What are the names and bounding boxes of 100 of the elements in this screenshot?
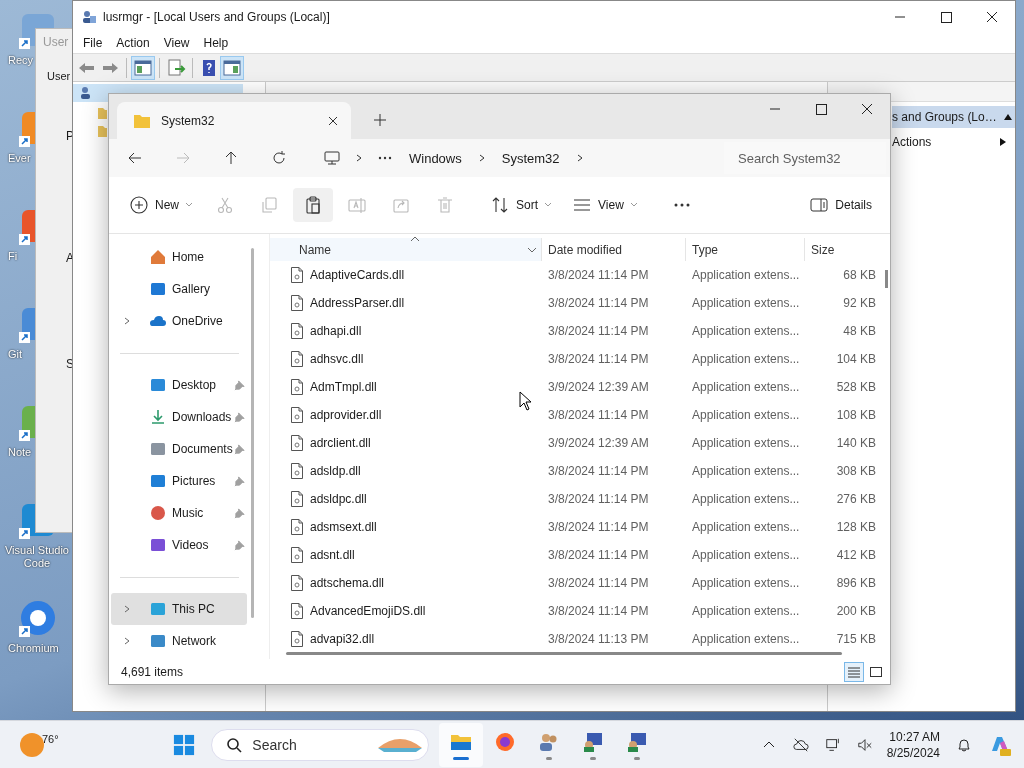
file-name[interactable]: adsldp.dll — [310, 464, 361, 478]
size-cell-text: 896 KB — [835, 576, 877, 590]
file-name[interactable]: adsnt.dll — [310, 548, 355, 562]
pin-icon[interactable] — [234, 475, 245, 487]
date-cell-text: 3/9/2024 12:39 AM — [547, 380, 650, 394]
sidebar-item[interactable]: Network — [111, 625, 247, 657]
file-name[interactable]: adprovider.dll — [310, 408, 382, 422]
folder-tab[interactable]: System32 — [117, 102, 351, 139]
type-cell-text: Application extens... — [691, 604, 801, 618]
file-icon — [290, 295, 304, 311]
column-header[interactable]: Name — [270, 238, 542, 261]
file-name[interactable]: advapi32.dll — [310, 632, 375, 646]
pin-icon[interactable] — [234, 411, 245, 423]
users-icon — [81, 8, 97, 25]
speaker-muted-icon[interactable] — [856, 736, 873, 753]
start-button[interactable] — [173, 733, 196, 756]
sort-button[interactable]: Sort — [482, 188, 561, 222]
shortcut-label: Visual Studio Code — [4, 544, 70, 570]
column-header[interactable]: Type — [686, 238, 805, 261]
pin-icon[interactable] — [234, 443, 245, 455]
type-cell-text: Application extens... — [691, 408, 801, 422]
sidebar-item[interactable]: Gallery — [111, 273, 247, 305]
column-header[interactable]: Size — [805, 238, 878, 261]
file-name[interactable]: adtschema.dll — [310, 576, 385, 590]
taskbar-search-box[interactable]: Search — [211, 728, 430, 761]
file-name[interactable]: adrclient.dll — [310, 436, 371, 450]
scrollbar[interactable] — [885, 270, 888, 288]
pin-icon[interactable] — [234, 379, 245, 391]
file-icon — [290, 435, 304, 451]
scrollbar[interactable] — [286, 652, 842, 655]
column-header[interactable]: Date modified — [542, 238, 686, 261]
island-drawing — [378, 737, 423, 752]
file-icon — [290, 379, 304, 395]
app-shortcut-icon[interactable] — [18, 598, 58, 638]
dialog-tab[interactable]: User — [47, 70, 71, 82]
house-icon — [149, 248, 167, 266]
file-name[interactable]: AdvancedEmojiDS.dll — [310, 604, 426, 618]
refresh-icon[interactable] — [271, 150, 287, 166]
type-cell-text: Application extens... — [691, 268, 801, 282]
up-arrow-icon[interactable] — [223, 150, 239, 166]
file-name[interactable]: adsmsext.dll — [310, 520, 377, 534]
sidebar-item[interactable]: Downloads — [111, 401, 247, 433]
notification-bell-icon[interactable] — [956, 736, 972, 753]
menu-item[interactable]: File — [76, 35, 110, 50]
date-cell-text: 3/8/2024 11:14 PM — [547, 548, 650, 562]
date-cell-text: 3/8/2024 11:14 PM — [547, 324, 650, 338]
file-name[interactable]: adhapi.dll — [310, 324, 362, 338]
search-icon — [226, 736, 243, 753]
console-tree-icon[interactable] — [132, 56, 154, 79]
sidebar-item[interactable]: OneDrive — [111, 305, 247, 337]
breadcrumb-item[interactable]: Windows — [409, 150, 462, 166]
file-explorer-taskbar-icon[interactable] — [439, 722, 484, 767]
file-name[interactable]: AdaptiveCards.dll — [310, 268, 405, 282]
download-arrow-icon — [149, 408, 167, 426]
action-pane-icon[interactable] — [221, 56, 243, 79]
file-icon — [290, 575, 304, 591]
actions-menu-item[interactable]: Actions — [892, 131, 1015, 153]
expand-chevron-icon[interactable] — [123, 316, 131, 326]
file-icon — [290, 603, 304, 619]
pin-icon[interactable] — [234, 539, 245, 551]
details-pane-button[interactable]: Details — [801, 188, 880, 222]
scrollbar[interactable] — [251, 248, 254, 618]
menu-item[interactable]: Action — [109, 35, 157, 50]
new-tab-icon[interactable] — [373, 113, 387, 127]
file-name[interactable]: adsldpc.dll — [310, 492, 367, 506]
view-button[interactable]: View — [564, 188, 646, 222]
dropdown-caret-icon[interactable] — [527, 246, 537, 253]
sidebar-item[interactable]: Pictures — [111, 465, 247, 497]
more-icon[interactable] — [377, 156, 393, 160]
pin-icon[interactable] — [234, 507, 245, 519]
paste-button[interactable] — [293, 188, 333, 222]
cloud-off-icon[interactable] — [792, 736, 809, 753]
menu-item[interactable]: Help — [196, 35, 236, 50]
new-button[interactable]: New — [121, 188, 201, 222]
expand-chevron-icon[interactable] — [123, 636, 131, 646]
breadcrumb-item[interactable]: System32 — [501, 150, 560, 166]
window-title: lusrmgr - [Local Users and Groups (Local)] — [103, 9, 330, 24]
type-cell-text: Application extens... — [691, 492, 801, 506]
expand-chevron-icon[interactable] — [123, 604, 131, 614]
back-arrow-icon[interactable] — [127, 150, 143, 166]
date-cell-text: 3/8/2024 11:14 PM — [547, 492, 650, 506]
date-cell-text: 3/8/2024 11:14 PM — [547, 296, 650, 310]
sidebar-item[interactable]: Desktop — [111, 369, 247, 401]
weather-widget[interactable]: 76° — [20, 732, 80, 757]
actions-group-header[interactable]: s and Groups (Lo… — [892, 106, 1015, 128]
sidebar-item[interactable]: Home — [111, 241, 247, 273]
close-icon[interactable] — [327, 114, 339, 127]
file-name[interactable]: adhsvc.dll — [310, 352, 364, 366]
sidebar-item[interactable]: Documents — [111, 433, 247, 465]
menu-item[interactable]: View — [156, 35, 197, 50]
sidebar-item[interactable]: Music — [111, 497, 247, 529]
export-list-icon[interactable] — [165, 56, 187, 79]
clock[interactable]: 10:27 AM 8/25/2024 — [886, 728, 940, 761]
sidebar-item[interactable]: This PC — [111, 593, 247, 625]
sidebar-item[interactable]: Videos — [111, 529, 247, 561]
shortcut-label: Fi — [8, 250, 18, 263]
size-cell-text: 140 KB — [835, 436, 877, 450]
date-cell-text: 3/8/2024 11:14 PM — [547, 520, 650, 534]
file-name[interactable]: AddressParser.dll — [310, 296, 405, 310]
file-name[interactable]: AdmTmpl.dll — [310, 380, 377, 394]
